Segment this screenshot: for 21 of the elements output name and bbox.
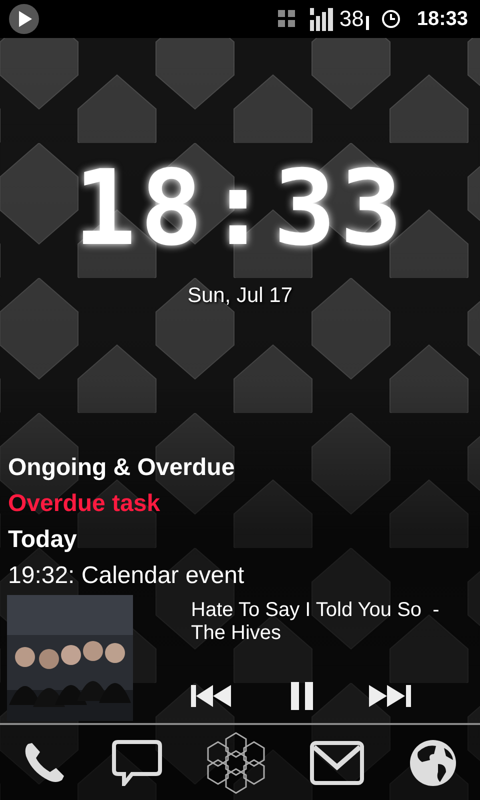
song-title: Hate To Say I Told You So -: [191, 598, 440, 622]
grid-icon: [277, 9, 298, 29]
play-icon[interactable]: [8, 3, 40, 35]
previous-icon[interactable]: [191, 684, 233, 706]
status-time: 18:33: [416, 7, 468, 32]
agenda-task[interactable]: Overdue task: [8, 486, 160, 522]
signal-icon: [309, 6, 336, 32]
chat-icon[interactable]: [112, 740, 162, 786]
battery-bar-icon: [366, 16, 369, 30]
globe-icon[interactable]: [408, 738, 458, 788]
hexagon-grid-icon[interactable]: [206, 732, 266, 794]
date: Sun, Jul 17: [187, 283, 293, 309]
agenda-heading: Ongoing & Overdue: [8, 452, 235, 482]
artist-name: The Hives: [191, 622, 282, 644]
clock-icon: [380, 9, 401, 29]
mail-icon[interactable]: [310, 740, 364, 784]
clock-time: 18:33: [73, 156, 407, 260]
agenda-event[interactable]: 19:32: Calendar event: [8, 558, 244, 594]
agenda-heading: Today: [8, 524, 77, 554]
battery-level: 38: [339, 8, 364, 30]
next-icon[interactable]: [369, 684, 411, 706]
